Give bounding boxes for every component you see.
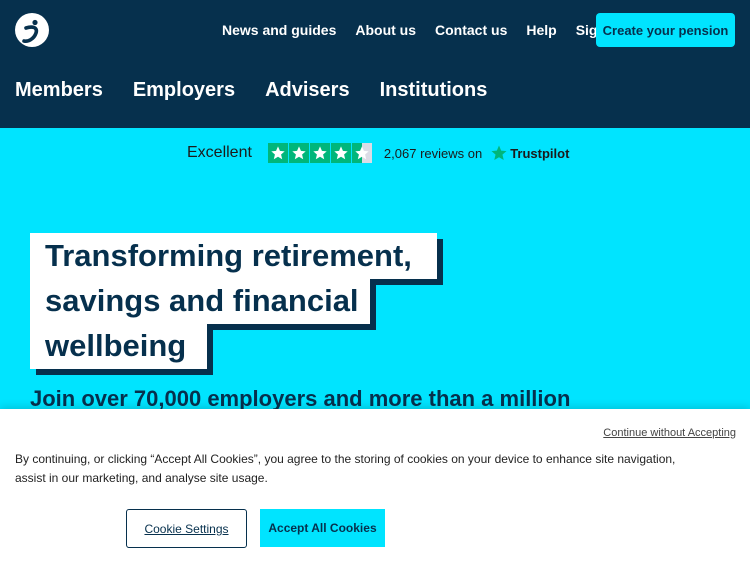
- trustpilot-reviews-count: 2,067 reviews on: [383, 145, 483, 161]
- hero-heading-line-2: savings and financial: [30, 278, 370, 324]
- half-star-icon: [351, 143, 372, 163]
- nav-link-news-and-guides[interactable]: News and guides: [222, 22, 336, 38]
- accept-all-cookies-button[interactable]: Accept All Cookies: [260, 509, 385, 547]
- trustpilot-star-icon: [491, 145, 507, 160]
- hero-heading-line-1: Transforming retirement,: [30, 233, 437, 279]
- nav-link-members[interactable]: Members: [15, 79, 103, 102]
- nav-link-about-us[interactable]: About us: [355, 22, 416, 38]
- trustpilot-brand-label: Trustpilot: [510, 145, 570, 161]
- cookie-consent-text: By continuing, or clicking “Accept All C…: [15, 452, 676, 485]
- nav-link-advisers[interactable]: Advisers: [265, 79, 350, 102]
- hero-heading-line-3: wellbeing: [30, 323, 207, 369]
- nav-link-employers[interactable]: Employers: [133, 79, 235, 102]
- trustpilot-rating-text: Excellent: [187, 144, 252, 161]
- continue-without-accepting-link[interactable]: Continue without Accepting: [603, 427, 736, 439]
- nav-link-contact-us[interactable]: Contact us: [435, 22, 507, 38]
- nav-link-institutions[interactable]: Institutions: [380, 79, 488, 102]
- create-pension-button[interactable]: Create your pension: [596, 13, 735, 47]
- main-nav: Members Employers Advisers Institutions: [15, 79, 517, 102]
- site-header: News and guides About us Contact us Help…: [0, 0, 750, 128]
- trustpilot-logo: Trustpilot: [490, 144, 569, 162]
- star-icon: [330, 143, 351, 163]
- brand-logo-icon[interactable]: [15, 13, 49, 47]
- star-icon: [288, 143, 309, 163]
- star-icon: [309, 143, 330, 163]
- utility-nav: News and guides About us Contact us Help…: [222, 22, 641, 38]
- trustpilot-widget[interactable]: Excellent 2,067 reviews on Trustpilot: [187, 142, 569, 164]
- nav-link-help[interactable]: Help: [526, 22, 556, 38]
- cookie-banner: Continue without Accepting By continuing…: [0, 409, 750, 563]
- star-icon: [267, 143, 288, 163]
- cookie-settings-button[interactable]: Cookie Settings: [126, 509, 247, 548]
- trustpilot-stars: [267, 143, 373, 163]
